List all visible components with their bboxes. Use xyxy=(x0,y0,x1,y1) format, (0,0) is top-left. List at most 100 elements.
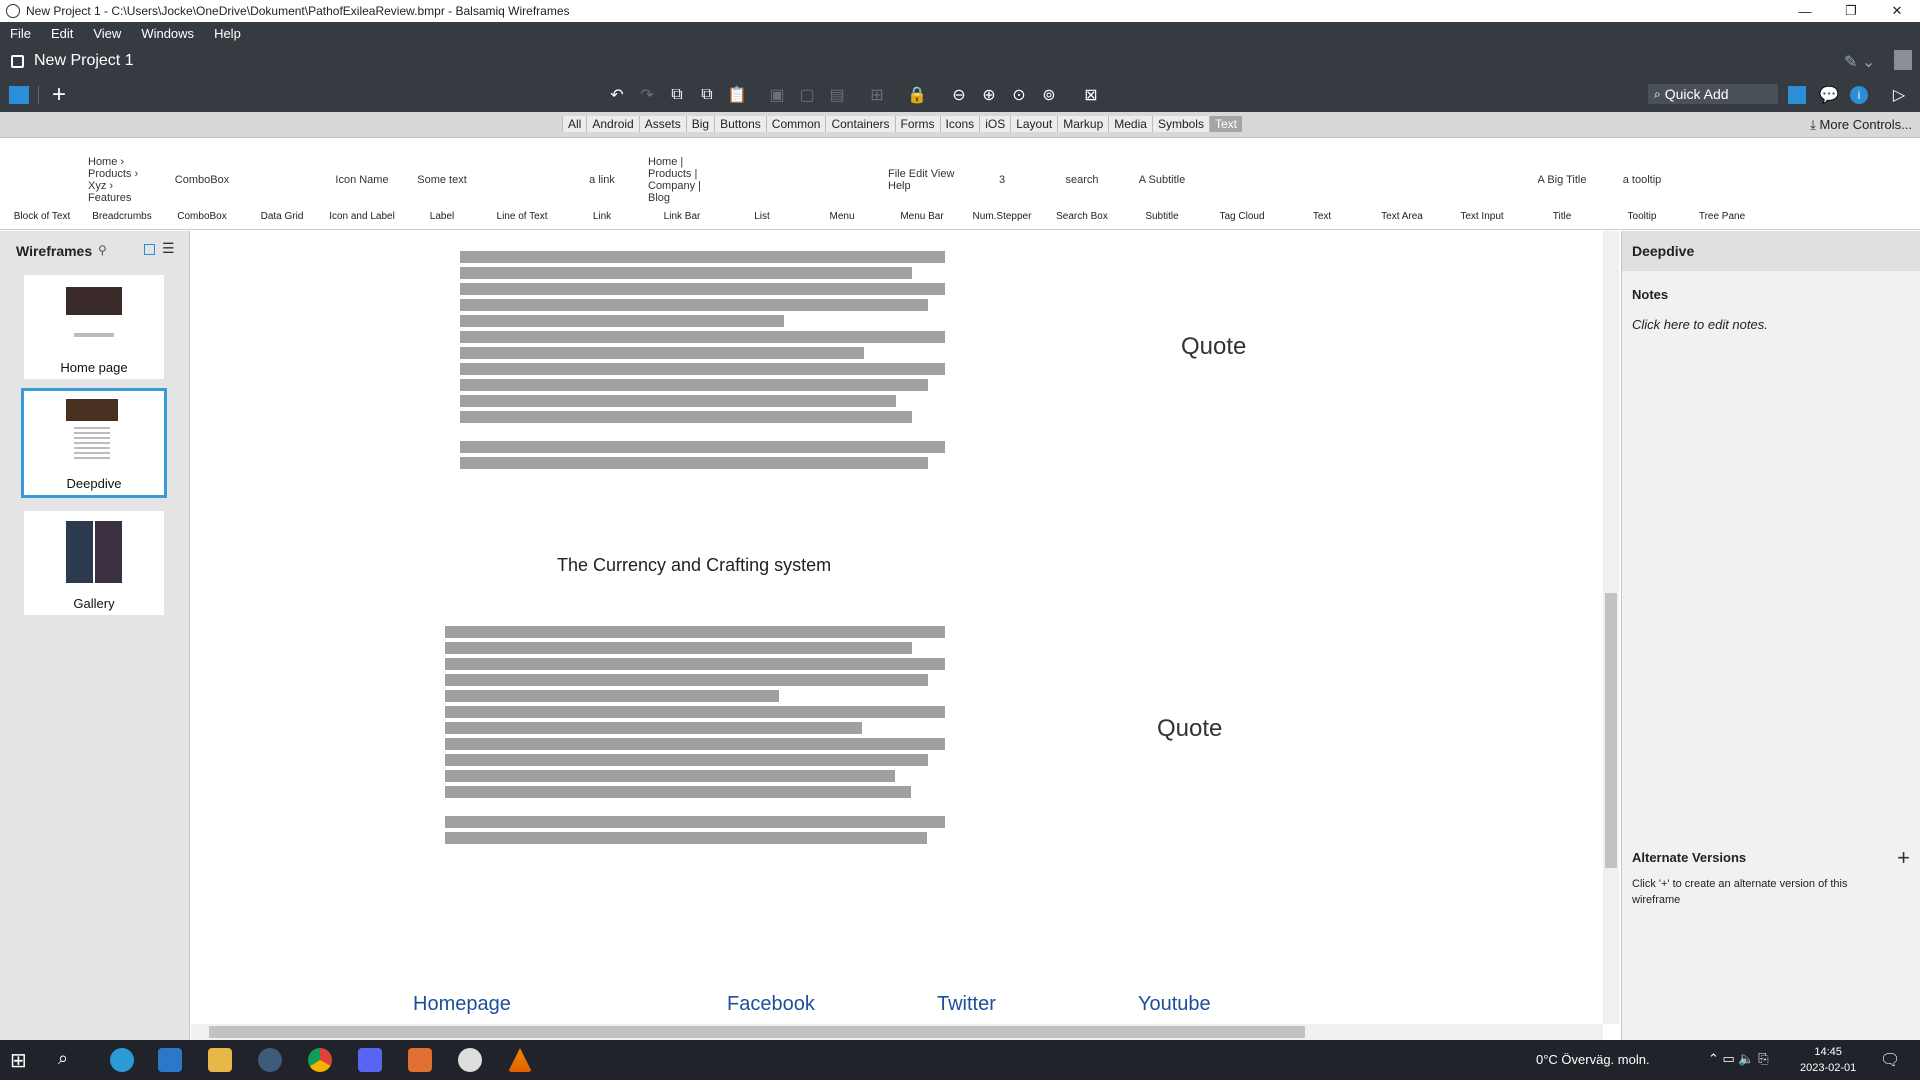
balsamiq-icon[interactable] xyxy=(458,1048,482,1072)
filter-tab-forms[interactable]: Forms xyxy=(894,116,940,132)
library-item-link-bar[interactable]: Home | Products | Company | Blog Link Bar xyxy=(642,138,722,230)
canvas-horizontal-scrollbar[interactable] xyxy=(191,1024,1603,1040)
mail-icon[interactable] xyxy=(158,1048,182,1072)
delete-icon[interactable]: ⊠ xyxy=(1080,84,1102,106)
wireframe-thumb-deepdive[interactable]: Deepdive xyxy=(21,388,167,498)
filter-tab-big[interactable]: Big xyxy=(685,116,715,132)
redo-icon[interactable]: ↷ xyxy=(636,84,658,106)
user-avatar-icon[interactable] xyxy=(1894,50,1912,70)
group-icon[interactable]: ▣ xyxy=(766,84,788,106)
quote-label-2[interactable]: Quote xyxy=(1157,715,1222,743)
library-item-tree-pane[interactable]: Tree Pane xyxy=(1682,138,1762,230)
wireframe-thumb-gallery[interactable]: Gallery xyxy=(24,511,164,615)
paste-icon[interactable]: 📋 xyxy=(726,84,748,106)
add-wireframe-icon[interactable]: + xyxy=(48,81,70,108)
library-item-label[interactable]: Some text Label xyxy=(402,138,482,230)
chrome-icon[interactable] xyxy=(308,1048,332,1072)
filter-tab-android[interactable]: Android xyxy=(586,116,639,132)
library-item-tag-cloud[interactable]: Tag Cloud xyxy=(1202,138,1282,230)
filter-tab-media[interactable]: Media xyxy=(1108,116,1152,132)
library-item-menu[interactable]: Menu xyxy=(802,138,882,230)
steam-icon[interactable] xyxy=(258,1048,282,1072)
library-item-line-of-text[interactable]: Line of Text xyxy=(482,138,562,230)
zoom-fit-icon[interactable]: ⊚ xyxy=(1038,84,1060,106)
notifications-icon[interactable]: 🗨 xyxy=(1880,1050,1900,1070)
windows-start-icon[interactable]: ⊞ xyxy=(10,1048,34,1072)
filter-tab-ios[interactable]: iOS xyxy=(979,116,1011,132)
library-item-search-box[interactable]: search Search Box xyxy=(1042,138,1122,230)
undo-icon[interactable]: ↶ xyxy=(606,84,628,106)
wireframe-thumb-home[interactable]: Home page xyxy=(24,275,164,379)
library-item-subtitle[interactable]: A Subtitle Subtitle xyxy=(1122,138,1202,230)
wireframes-settings-icon[interactable]: ⚲ xyxy=(98,243,107,257)
library-item-breadcrumbs[interactable]: Home › Products › Xyz › Features Breadcru… xyxy=(82,138,162,230)
menu-file[interactable]: File xyxy=(0,26,41,41)
list-view-icon[interactable]: ☰ xyxy=(162,240,175,257)
minimize-button[interactable]: — xyxy=(1782,0,1828,22)
filter-tab-assets[interactable]: Assets xyxy=(638,116,686,132)
library-item-block-of-text[interactable]: Block of Text xyxy=(2,138,82,230)
menu-edit[interactable]: Edit xyxy=(41,26,83,41)
file-explorer-icon[interactable] xyxy=(208,1048,232,1072)
search-icon[interactable]: ⌕ xyxy=(58,1048,82,1072)
more-controls-button[interactable]: ⤓ More Controls... xyxy=(1810,117,1912,133)
system-clock[interactable]: 14:45 2023-02-01 xyxy=(1800,1044,1856,1076)
ungroup-icon[interactable]: ▢ xyxy=(796,84,818,106)
copy-icon[interactable]: ⧉ xyxy=(666,84,688,106)
filter-tab-symbols[interactable]: Symbols xyxy=(1151,116,1209,132)
filter-tab-buttons[interactable]: Buttons xyxy=(714,116,766,132)
footer-link-twitter[interactable]: Twitter xyxy=(937,993,996,1016)
library-item-combobox[interactable]: ComboBox ComboBox xyxy=(162,138,242,230)
quote-label-1[interactable]: Quote xyxy=(1181,333,1246,361)
presentation-icon[interactable]: ▷ xyxy=(1888,84,1910,106)
library-item-text-area[interactable]: Text Area xyxy=(1362,138,1442,230)
library-item-list[interactable]: List xyxy=(722,138,802,230)
discord-icon[interactable] xyxy=(358,1048,382,1072)
menu-windows[interactable]: Windows xyxy=(131,26,204,41)
lock-icon[interactable]: 🔒 xyxy=(906,84,928,106)
zoom-actual-icon[interactable]: ⊙ xyxy=(1008,84,1030,106)
section-heading[interactable]: The Currency and Crafting system xyxy=(557,555,831,576)
duplicate-icon[interactable]: ⧉ xyxy=(696,84,718,106)
footer-link-homepage[interactable]: Homepage xyxy=(413,993,511,1016)
scroll-thumb[interactable] xyxy=(1605,593,1617,868)
library-item-title[interactable]: A Big Title Title xyxy=(1522,138,1602,230)
menu-view[interactable]: View xyxy=(83,26,131,41)
edit-pencil-icon[interactable]: ✎ ⌄ xyxy=(1844,52,1875,72)
scroll-thumb[interactable] xyxy=(209,1026,1305,1038)
library-item-menu-bar[interactable]: File Edit View Help Menu Bar xyxy=(882,138,962,230)
filter-tab-common[interactable]: Common xyxy=(765,116,826,132)
filter-tab-icons[interactable]: Icons xyxy=(939,116,980,132)
bring-front-icon[interactable]: ▤ xyxy=(826,84,848,106)
library-item-tooltip[interactable]: a tooltip Tooltip xyxy=(1602,138,1682,230)
library-item-num-stepper[interactable]: 3 Num.Stepper xyxy=(962,138,1042,230)
wireframe-canvas[interactable]: Quote The Currency and Crafting system Q… xyxy=(191,231,1603,1024)
footer-link-facebook[interactable]: Facebook xyxy=(727,993,815,1016)
thumbnail-view-icon[interactable] xyxy=(144,244,155,255)
notes-field[interactable]: Click here to edit notes. xyxy=(1632,317,1768,332)
filter-tab-markup[interactable]: Markup xyxy=(1057,116,1109,132)
zoom-out-icon[interactable]: ⊖ xyxy=(948,84,970,106)
comments-icon[interactable]: 💬 xyxy=(1818,84,1840,106)
menu-help[interactable]: Help xyxy=(204,26,251,41)
ui-library-icon[interactable] xyxy=(1786,84,1808,106)
filter-tab-all[interactable]: All xyxy=(562,116,587,132)
edge-icon[interactable] xyxy=(110,1048,134,1072)
library-item-text[interactable]: Text xyxy=(1282,138,1362,230)
vlc-icon[interactable] xyxy=(508,1048,532,1072)
tray-icons[interactable]: ⌃ ▭ 🔈 ⎘ xyxy=(1708,1051,1769,1067)
library-item-data-grid[interactable]: Data Grid xyxy=(242,138,322,230)
close-button[interactable]: ✕ xyxy=(1874,0,1920,22)
library-item-text-input[interactable]: Text Input xyxy=(1442,138,1522,230)
maximize-button[interactable]: ❐ xyxy=(1828,0,1874,22)
app-icon[interactable] xyxy=(408,1048,432,1072)
filter-tab-layout[interactable]: Layout xyxy=(1010,116,1058,132)
canvas-vertical-scrollbar[interactable] xyxy=(1603,231,1619,1024)
library-item-icon-and-label[interactable]: Icon Name Icon and Label xyxy=(322,138,402,230)
add-alternate-version-icon[interactable]: + xyxy=(1897,845,1910,871)
library-item-link[interactable]: a link Link xyxy=(562,138,642,230)
filter-tab-text[interactable]: Text xyxy=(1208,116,1242,132)
footer-link-youtube[interactable]: Youtube xyxy=(1138,993,1211,1016)
info-icon[interactable]: i xyxy=(1848,84,1870,106)
wireframe-view-icon[interactable] xyxy=(8,84,30,106)
